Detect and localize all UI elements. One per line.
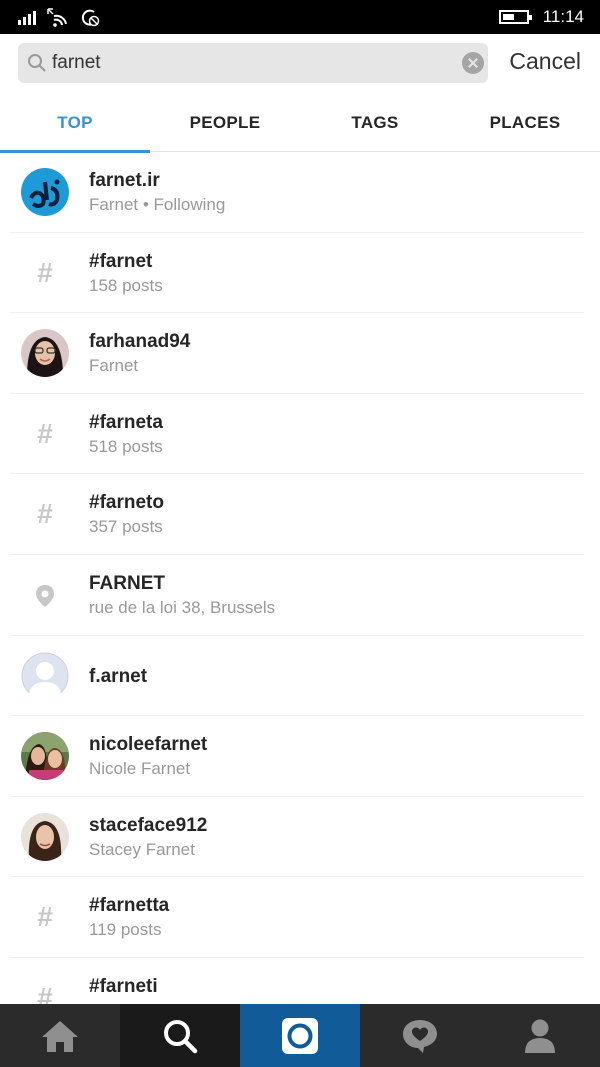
result-subtitle: 158 posts bbox=[89, 275, 163, 295]
home-icon bbox=[42, 1020, 78, 1052]
signal-icon bbox=[18, 9, 40, 25]
hashtag-icon: # bbox=[37, 256, 53, 288]
profile-icon bbox=[525, 1019, 555, 1053]
default-avatar bbox=[21, 652, 69, 700]
search-icon bbox=[28, 54, 46, 72]
avatar bbox=[21, 329, 69, 378]
search-icon bbox=[164, 1019, 198, 1053]
result-subtitle: 119 posts bbox=[89, 920, 162, 940]
search-results-list: farnet.ir Farnet • Following # #farnet 1… bbox=[0, 152, 600, 1004]
search-box[interactable] bbox=[18, 43, 488, 83]
tab-people[interactable]: PEOPLE bbox=[150, 96, 300, 152]
result-title: f.arnet bbox=[89, 665, 148, 687]
result-title: #farnet bbox=[89, 250, 153, 272]
hashtag-icon: # bbox=[37, 417, 53, 449]
list-item[interactable]: # #farnet 158 posts bbox=[0, 233, 600, 314]
avatar bbox=[21, 732, 69, 781]
clear-search-icon[interactable] bbox=[462, 52, 484, 74]
search-tabs: TOP PEOPLE TAGS PLACES bbox=[0, 96, 600, 153]
result-subtitle: Nicole Farnet bbox=[89, 759, 191, 779]
result-title: #farneta bbox=[89, 411, 163, 433]
result-title: farnet.ir bbox=[89, 170, 160, 191]
result-subtitle: 357 posts bbox=[89, 517, 163, 537]
avatar bbox=[21, 168, 69, 216]
list-item[interactable]: nicoleefarnet Nicole Farnet bbox=[0, 716, 600, 797]
list-item[interactable]: # #farneto 357 posts bbox=[0, 474, 600, 555]
result-subtitle: rue de la loi 38, Brussels bbox=[89, 597, 276, 617]
activity-heart-icon bbox=[403, 1019, 437, 1053]
avatar bbox=[21, 812, 69, 861]
result-subtitle: Stacey Farnet bbox=[89, 839, 195, 859]
tab-top[interactable]: TOP bbox=[0, 96, 150, 153]
list-item[interactable]: # #farneti bbox=[0, 958, 600, 1004]
bottom-navigation bbox=[0, 1004, 600, 1067]
result-title: FARNET bbox=[89, 572, 165, 594]
result-subtitle: Farnet • Following bbox=[89, 195, 226, 214]
status-time: 11:14 bbox=[542, 7, 584, 26]
result-title: staceface912 bbox=[89, 814, 208, 836]
cancel-button[interactable]: Cancel bbox=[509, 48, 581, 75]
list-item[interactable]: farhanad94 Farnet bbox=[0, 313, 600, 394]
list-item[interactable]: # #farneta 518 posts bbox=[0, 394, 600, 475]
result-title: farhanad94 bbox=[89, 331, 191, 353]
result-title: #farneti bbox=[89, 975, 158, 997]
quiet-hours-icon bbox=[81, 9, 100, 27]
status-bar: 11:14 bbox=[0, 0, 600, 34]
result-title: #farneto bbox=[89, 492, 164, 514]
result-title: #farnetta bbox=[89, 895, 170, 917]
location-pin-icon bbox=[36, 584, 54, 607]
tab-places[interactable]: PLACES bbox=[450, 96, 600, 152]
result-title: nicoleefarnet bbox=[89, 734, 208, 756]
list-item[interactable]: # #farnetta 119 posts bbox=[0, 877, 600, 958]
result-subtitle: Farnet bbox=[89, 356, 139, 376]
hashtag-icon: # bbox=[37, 901, 53, 933]
list-item[interactable]: farnet.ir Farnet • Following bbox=[0, 152, 600, 233]
camera-icon bbox=[282, 1017, 318, 1054]
list-item[interactable]: f.arnet bbox=[0, 636, 600, 717]
nav-search[interactable] bbox=[120, 1004, 240, 1067]
nav-profile[interactable] bbox=[480, 1004, 600, 1067]
nav-activity[interactable] bbox=[360, 1004, 480, 1067]
battery-icon bbox=[499, 10, 532, 24]
tab-tags[interactable]: TAGS bbox=[300, 96, 450, 152]
hashtag-icon: # bbox=[37, 981, 53, 1004]
list-item[interactable]: staceface912 Stacey Farnet bbox=[0, 797, 600, 878]
nav-camera[interactable] bbox=[240, 1004, 360, 1067]
hashtag-icon: # bbox=[37, 498, 53, 530]
list-item[interactable]: FARNET rue de la loi 38, Brussels bbox=[0, 555, 600, 636]
nav-home[interactable] bbox=[0, 1004, 120, 1067]
wifi-icon bbox=[47, 8, 67, 27]
search-input[interactable] bbox=[52, 47, 452, 79]
result-subtitle: 518 posts bbox=[89, 436, 163, 456]
search-header: Cancel bbox=[0, 34, 600, 96]
